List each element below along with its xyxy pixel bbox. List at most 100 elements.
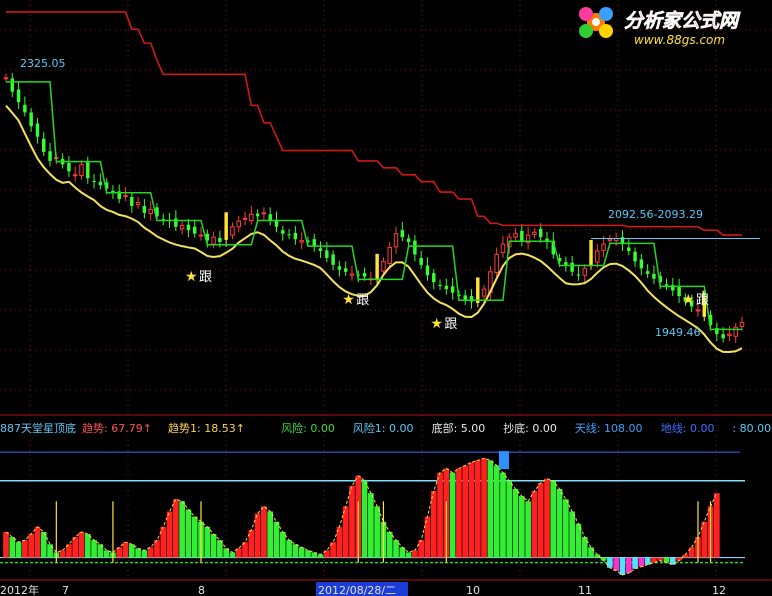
- flower-petal-icon: [599, 7, 613, 21]
- x-axis: 2012年 7 8 2012/08/28/二 10 11 12: [0, 579, 772, 596]
- candle-body: [48, 151, 52, 161]
- axis-tick-label: 7: [62, 584, 69, 596]
- candle-body: [582, 267, 587, 276]
- price-range-label: 2092.56-2093.29: [608, 208, 703, 221]
- candle-body: [727, 333, 732, 337]
- candle-body: [664, 284, 669, 286]
- candle-body: [299, 240, 304, 243]
- candle-body: [325, 250, 329, 258]
- candle-body: [343, 268, 348, 272]
- flower-petal-icon: [579, 24, 593, 38]
- price-high-label: 2325.05: [20, 57, 66, 70]
- candle-body: [500, 243, 506, 253]
- candle-body: [381, 260, 386, 272]
- candle-body: [450, 286, 455, 293]
- candle-body: [318, 248, 323, 252]
- indicator-panel: [0, 451, 745, 576]
- candle-body: [72, 174, 78, 177]
- axis-tick-label: 10: [466, 584, 480, 596]
- candle-body: [595, 250, 600, 263]
- axis-tick-label: 12: [712, 584, 726, 596]
- candle-body: [652, 273, 656, 279]
- candle-body: [130, 196, 134, 206]
- candle-body: [564, 262, 568, 265]
- watermark-site-name: 分析家公式网: [624, 10, 741, 32]
- indicator-readout: 天线: 108.00: [575, 421, 643, 435]
- candle-body: [224, 212, 228, 240]
- candle-body: [438, 284, 442, 286]
- candle-body: [86, 162, 90, 179]
- candle-body: [739, 321, 745, 328]
- candle-body: [218, 237, 222, 242]
- indicator-readout: 地线: 0.00: [661, 421, 715, 435]
- indicator-title: 887天堂星顶底: [0, 421, 76, 435]
- watermark-url: www.88gs.com: [634, 33, 725, 47]
- candle-body: [29, 112, 33, 127]
- indicator-readout: : 80.00: [732, 422, 771, 435]
- candle-body: [123, 195, 128, 198]
- candle-body: [16, 89, 21, 103]
- grid-lines: [0, 0, 772, 578]
- axis-tick-label: 8: [198, 584, 205, 596]
- candle-body: [211, 236, 216, 245]
- candle-body: [312, 239, 316, 247]
- candle-body: [570, 262, 574, 272]
- candle-body: [255, 213, 260, 217]
- flower-petal-icon: [599, 24, 613, 38]
- candle-body: [186, 224, 191, 231]
- candle-body: [481, 288, 487, 297]
- indicator-readout: 趋势: 67.79↑: [82, 422, 152, 435]
- candle-body: [293, 232, 298, 240]
- candle-body: [192, 226, 197, 234]
- candle-body: [419, 257, 423, 265]
- chart-canvas: ★ 跟★ 跟★ 跟★ 跟 2012年 7 8 2012/08/28/二 10 11 12 2325.…: [0, 0, 772, 596]
- candle-body: [387, 247, 392, 264]
- candle-body: [174, 218, 178, 227]
- signal-star-icon: ★: [185, 269, 198, 285]
- candle-body: [242, 217, 248, 220]
- axis-tick-label: 2012年: [0, 583, 39, 596]
- indicator-readout: 风险: 0.00: [281, 421, 335, 435]
- candle-body: [79, 163, 84, 176]
- candle-body: [148, 208, 153, 215]
- candle-body: [362, 273, 367, 277]
- candle-body: [142, 205, 147, 213]
- support-line: [5, 105, 743, 353]
- flower-center-icon: [592, 18, 600, 26]
- candle-body: [375, 253, 379, 279]
- candle-body: [494, 253, 499, 273]
- candle-body: [432, 273, 436, 283]
- candle-body: [98, 181, 103, 186]
- indicator-readout: 趋势1: 18.53↑: [168, 422, 245, 435]
- indicator-readout: 抄底: 0.00: [503, 421, 557, 435]
- candle-body: [92, 181, 96, 183]
- candle-body: [331, 254, 335, 265]
- candle-body: [406, 238, 411, 242]
- candle-body: [538, 228, 543, 238]
- candle-body: [349, 273, 355, 276]
- candle-body: [10, 78, 15, 92]
- candle-body: [393, 233, 399, 248]
- resistance-line: [6, 11, 742, 236]
- candle-body: [476, 277, 480, 303]
- candle-body: [135, 202, 141, 206]
- candle-body: [281, 230, 285, 234]
- candle-body: [627, 247, 631, 252]
- candle-body: [532, 231, 537, 235]
- price-low-label: 1949.46: [655, 326, 701, 339]
- candle-body: [413, 240, 417, 255]
- overlay-lines: [5, 11, 760, 353]
- candle-body: [601, 243, 606, 251]
- candle-body: [639, 259, 644, 269]
- signal-label: 跟: [444, 317, 457, 332]
- candle-body: [607, 238, 613, 242]
- candle-body: [230, 226, 235, 236]
- candle-body: [400, 230, 405, 238]
- candle-body: [520, 230, 524, 241]
- signal-star-icon: ★: [430, 316, 443, 332]
- candle-body: [198, 234, 204, 237]
- axis-tick-label: 11: [578, 584, 592, 596]
- axis-tick-label: 2012/08/28/二: [318, 584, 396, 596]
- indicator-readouts: 趋势: 67.79↑ 趋势1: 18.53↑ 风险: 0.00 风险1: 0.00 底部…: [82, 421, 771, 435]
- candle-body: [695, 309, 701, 312]
